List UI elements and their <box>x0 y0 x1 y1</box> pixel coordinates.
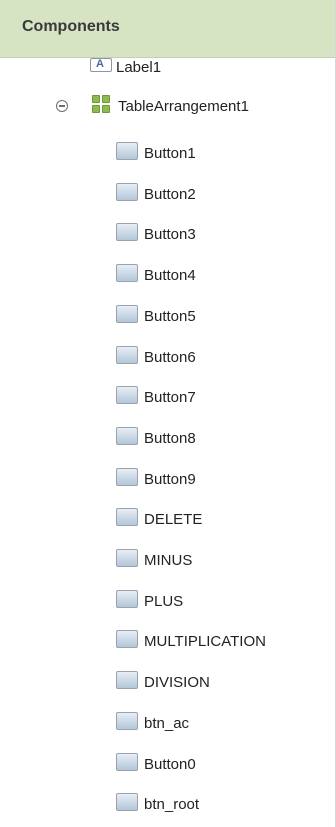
tree-item-label: Button7 <box>144 389 196 406</box>
button-component-icon <box>116 264 138 282</box>
button-component-icon <box>116 468 138 486</box>
tree-item-label: PLUS <box>144 593 184 610</box>
tree-item-component[interactable]: MINUS <box>0 547 335 575</box>
tree-item-label: Button0 <box>144 756 196 773</box>
panel-title: Components <box>22 18 120 35</box>
button-component-icon <box>116 142 138 160</box>
components-header: Components <box>0 0 335 58</box>
tree-item-component[interactable]: Button0 <box>0 751 335 779</box>
tree-item-component[interactable]: Button8 <box>0 425 335 453</box>
tree-item-component[interactable]: Button2 <box>0 181 335 209</box>
tree-item-component[interactable]: DIVISION <box>0 669 335 697</box>
tree-item-component[interactable]: Button3 <box>0 221 335 249</box>
tree-item-label: Button2 <box>144 186 196 203</box>
button-component-icon <box>116 753 138 771</box>
tree-item-component[interactable]: Button1 <box>0 140 335 168</box>
tree-item-tablearrangement1[interactable]: TableArrangement1 <box>0 94 335 122</box>
tree-item-component[interactable]: Button5 <box>0 303 335 331</box>
tree-item-label: DIVISION <box>144 674 210 691</box>
button-component-icon <box>116 386 138 404</box>
button-component-icon <box>116 346 138 364</box>
button-component-icon <box>116 183 138 201</box>
tree-item-component[interactable]: Button7 <box>0 384 335 412</box>
tree-item-label: Button8 <box>144 430 196 447</box>
tree-item-component[interactable]: Button4 <box>0 262 335 290</box>
tree-item-label: TableArrangement1 <box>118 98 249 115</box>
component-tree: A Label1 TableArrangement1 Button1 Button… <box>0 58 335 827</box>
tree-item-label: Button9 <box>144 471 196 488</box>
button-component-icon <box>116 223 138 241</box>
tree-item-label1[interactable]: A Label1 <box>0 58 335 86</box>
collapse-toggle-icon[interactable] <box>56 100 68 112</box>
tree-item-component[interactable]: Button6 <box>0 344 335 372</box>
tree-item-label: Button5 <box>144 308 196 325</box>
tree-item-component[interactable]: DELETE <box>0 506 335 534</box>
table-arrangement-icon <box>92 95 110 113</box>
tree-item-component[interactable]: MULTIPLICATION <box>0 628 335 656</box>
button-component-icon <box>116 427 138 445</box>
tree-item-label: Button6 <box>144 349 196 366</box>
tree-item-component[interactable]: btn_ac <box>0 710 335 738</box>
tree-item-label: Label1 <box>116 59 162 76</box>
button-component-icon <box>116 590 138 608</box>
tree-item-label: Button1 <box>144 145 196 162</box>
button-component-icon <box>116 549 138 567</box>
tree-item-label: DELETE <box>144 511 203 528</box>
tree-item-component[interactable]: PLUS <box>0 588 335 616</box>
label-icon: A <box>90 58 112 72</box>
tree-item-label: MINUS <box>144 552 193 569</box>
tree-item-label: btn_root <box>144 796 200 813</box>
tree-item-component[interactable]: Button9 <box>0 466 335 494</box>
button-component-icon <box>116 630 138 648</box>
components-panel: Components A Label1 TableArrangement1 Bu… <box>0 0 336 827</box>
button-component-icon <box>116 793 138 811</box>
button-component-icon <box>116 305 138 323</box>
button-component-icon <box>116 712 138 730</box>
button-component-icon <box>116 508 138 526</box>
tree-item-label: Button4 <box>144 267 196 284</box>
tree-item-label: Button3 <box>144 226 196 243</box>
tree-item-component[interactable]: btn_root <box>0 791 335 819</box>
tree-item-label: MULTIPLICATION <box>144 633 266 650</box>
tree-item-label: btn_ac <box>144 715 190 732</box>
button-component-icon <box>116 671 138 689</box>
